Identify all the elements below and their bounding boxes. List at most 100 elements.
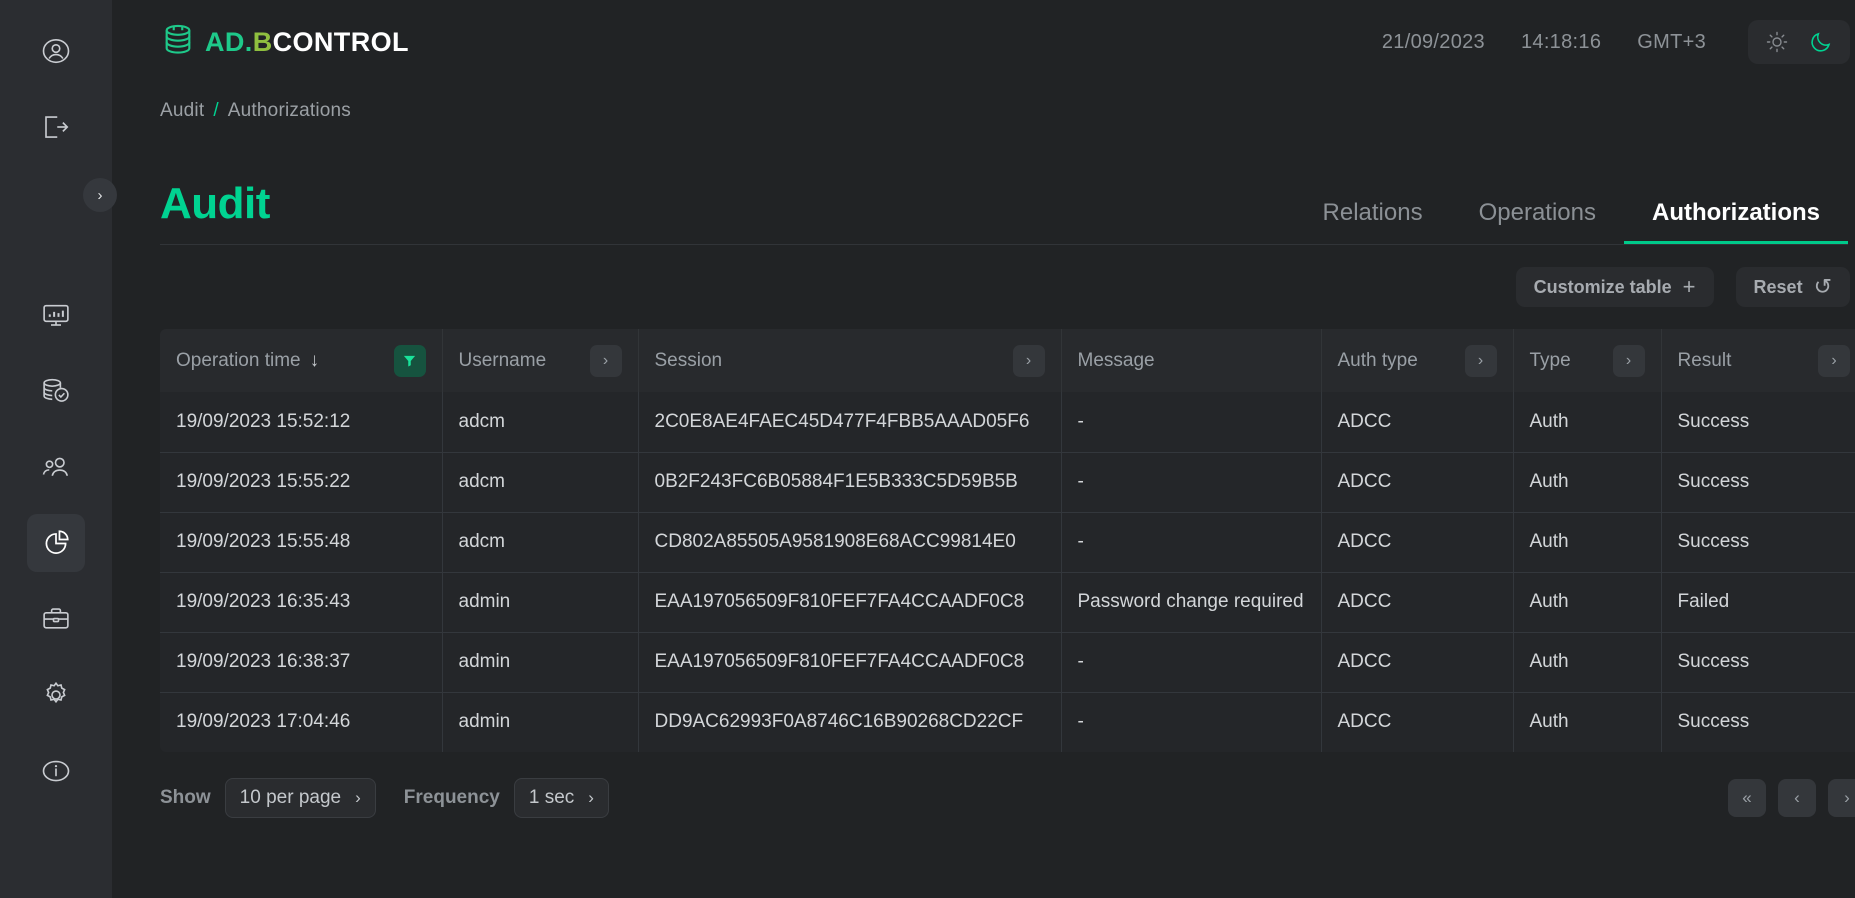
- cell-operation-time: 19/09/2023 15:55:48: [160, 512, 443, 573]
- moon-icon[interactable]: [1808, 29, 1834, 55]
- top-bar: AD.BCONTROL 21/09/2023 14:18:16 GMT+3: [112, 0, 1855, 84]
- page-header: Audit Relations Operations Authorization…: [160, 160, 1848, 245]
- cell-type: Auth: [1513, 452, 1662, 513]
- sidebar-expand-button[interactable]: ›: [83, 178, 117, 212]
- cell-type: Auth: [1513, 392, 1662, 453]
- sidebar-item-users[interactable]: [27, 438, 85, 496]
- table-row[interactable]: 19/09/2023 16:35:43 admin EAA197056509F8…: [160, 572, 1855, 633]
- database-logo-icon: [160, 23, 196, 62]
- column-header-username[interactable]: Username ›: [442, 329, 639, 392]
- sun-icon[interactable]: [1764, 29, 1790, 55]
- chevron-right-icon[interactable]: ›: [1818, 344, 1850, 377]
- double-chevron-left-icon: «: [1742, 788, 1752, 807]
- cell-session: EAA197056509F810FEF7FA4CCAADF0C8: [638, 632, 1062, 693]
- pagination: « ‹ ›: [1728, 779, 1855, 817]
- breadcrumb: Audit / Authorizations: [112, 84, 1855, 122]
- reset-icon: ↺: [1813, 274, 1832, 299]
- theme-toggle[interactable]: [1748, 20, 1850, 64]
- cell-session: 0B2F243FC6B05884F1E5B333C5D59B5B: [638, 452, 1062, 513]
- cell-message: -: [1061, 692, 1322, 752]
- frequency-select[interactable]: 1 sec ›: [513, 778, 609, 818]
- chevron-right-icon[interactable]: ›: [589, 344, 622, 377]
- app-logo: AD.BCONTROL: [160, 23, 409, 62]
- dashboard-icon: [41, 300, 71, 330]
- sidebar-item-audit[interactable]: [27, 514, 85, 572]
- tab-relations[interactable]: Relations: [1295, 199, 1451, 244]
- column-header-type[interactable]: Type ›: [1513, 329, 1662, 392]
- cell-result: Success: [1661, 452, 1855, 513]
- column-label-result: Result: [1677, 349, 1732, 371]
- per-page-select[interactable]: 10 per page ›: [224, 778, 376, 818]
- sidebar-item-settings[interactable]: [27, 666, 85, 724]
- sidebar-item-dashboard[interactable]: [27, 286, 85, 344]
- cell-auth-type: ADCC: [1321, 692, 1514, 752]
- cell-username: adcm: [442, 452, 639, 513]
- cell-username: adcm: [442, 512, 639, 573]
- table-row[interactable]: 19/09/2023 15:52:12 adcm 2C0E8AE4FAEC45D…: [160, 392, 1855, 453]
- cell-result: Success: [1661, 632, 1855, 693]
- chevron-right-icon: ›: [1844, 788, 1850, 807]
- table-row[interactable]: 19/09/2023 17:04:46 admin DD9AC62993F0A8…: [160, 692, 1855, 752]
- pagination-first-button[interactable]: «: [1728, 779, 1766, 817]
- frequency-label: Frequency: [403, 787, 500, 808]
- cell-operation-time: 19/09/2023 15:55:22: [160, 452, 443, 513]
- table-row[interactable]: 19/09/2023 15:55:22 adcm 0B2F243FC6B0588…: [160, 452, 1855, 513]
- cell-session: 2C0E8AE4FAEC45D477F4FBB5AAAD05F6: [638, 392, 1062, 453]
- main-content: AD.BCONTROL 21/09/2023 14:18:16 GMT+3 Au…: [112, 0, 1855, 898]
- tab-authorizations[interactable]: Authorizations: [1624, 199, 1848, 244]
- sidebar-item-logout[interactable]: [27, 98, 85, 156]
- column-label-session: Session: [654, 349, 723, 371]
- table-toolbar: Customize table + Reset ↺: [160, 267, 1850, 307]
- column-header-session[interactable]: Session ›: [638, 329, 1062, 392]
- chevron-right-icon: ›: [355, 788, 361, 807]
- column-header-message[interactable]: Message: [1061, 329, 1322, 392]
- gear-icon: [41, 680, 71, 710]
- column-header-operation-time[interactable]: Operation time ↓: [160, 329, 443, 392]
- profile-icon: [41, 36, 71, 66]
- table-row[interactable]: 19/09/2023 16:38:37 admin EAA197056509F8…: [160, 632, 1855, 693]
- timezone-label: GMT+3: [1637, 30, 1706, 53]
- cell-session: CD802A85505A9581908E68ACC99814E0: [638, 512, 1062, 573]
- tab-operations[interactable]: Operations: [1451, 199, 1624, 244]
- pagination-next-button[interactable]: ›: [1828, 779, 1855, 817]
- customize-table-button[interactable]: Customize table +: [1515, 267, 1714, 307]
- table-body: 19/09/2023 15:52:12 adcm 2C0E8AE4FAEC45D…: [160, 392, 1855, 752]
- frequency-value: 1 sec: [528, 787, 575, 808]
- sort-desc-icon[interactable]: ↓: [310, 350, 320, 372]
- table-row[interactable]: 19/09/2023 15:55:48 adcm CD802A85505A958…: [160, 512, 1855, 573]
- pagination-prev-button[interactable]: ‹: [1778, 779, 1816, 817]
- chevron-right-icon[interactable]: ›: [1012, 344, 1045, 377]
- show-label: Show: [160, 787, 211, 808]
- breadcrumb-item-authorizations[interactable]: Authorizations: [228, 100, 351, 122]
- cell-type: Auth: [1513, 512, 1662, 573]
- top-bar-right: 21/09/2023 14:18:16 GMT+3: [1382, 20, 1850, 64]
- cell-message: -: [1061, 512, 1322, 573]
- authorizations-table: Operation time ↓ Username › Session › Me…: [160, 329, 1855, 752]
- chevron-right-icon: ›: [97, 186, 103, 204]
- logo-ad-text: AD.: [205, 26, 253, 57]
- cell-type: Auth: [1513, 692, 1662, 752]
- sidebar-item-about[interactable]: [27, 742, 85, 800]
- users-icon: [41, 452, 71, 482]
- reset-button[interactable]: Reset ↺: [1735, 267, 1850, 307]
- sidebar-item-profile[interactable]: [27, 22, 85, 80]
- breadcrumb-item-audit[interactable]: Audit: [160, 100, 204, 122]
- chevron-right-icon[interactable]: ›: [1464, 344, 1497, 377]
- filter-icon[interactable]: [393, 344, 426, 377]
- logout-icon: [41, 112, 71, 142]
- column-header-auth-type[interactable]: Auth type ›: [1321, 329, 1514, 392]
- chevron-right-icon[interactable]: ›: [1612, 344, 1645, 377]
- cell-type: Auth: [1513, 632, 1662, 693]
- sidebar-item-jobs[interactable]: [27, 590, 85, 648]
- cell-auth-type: ADCC: [1321, 632, 1514, 693]
- cell-result: Success: [1661, 692, 1855, 752]
- sidebar-item-backups[interactable]: [27, 362, 85, 420]
- column-header-result[interactable]: Result ›: [1661, 329, 1855, 392]
- cell-auth-type: ADCC: [1321, 572, 1514, 633]
- cell-auth-type: ADCC: [1321, 452, 1514, 513]
- cell-message: -: [1061, 392, 1322, 453]
- logo-control-text: CONTROL: [272, 26, 409, 57]
- column-label-type: Type: [1529, 349, 1571, 371]
- info-icon: [41, 756, 71, 786]
- cell-session: DD9AC62993F0A8746C16B90268CD22CF: [638, 692, 1062, 752]
